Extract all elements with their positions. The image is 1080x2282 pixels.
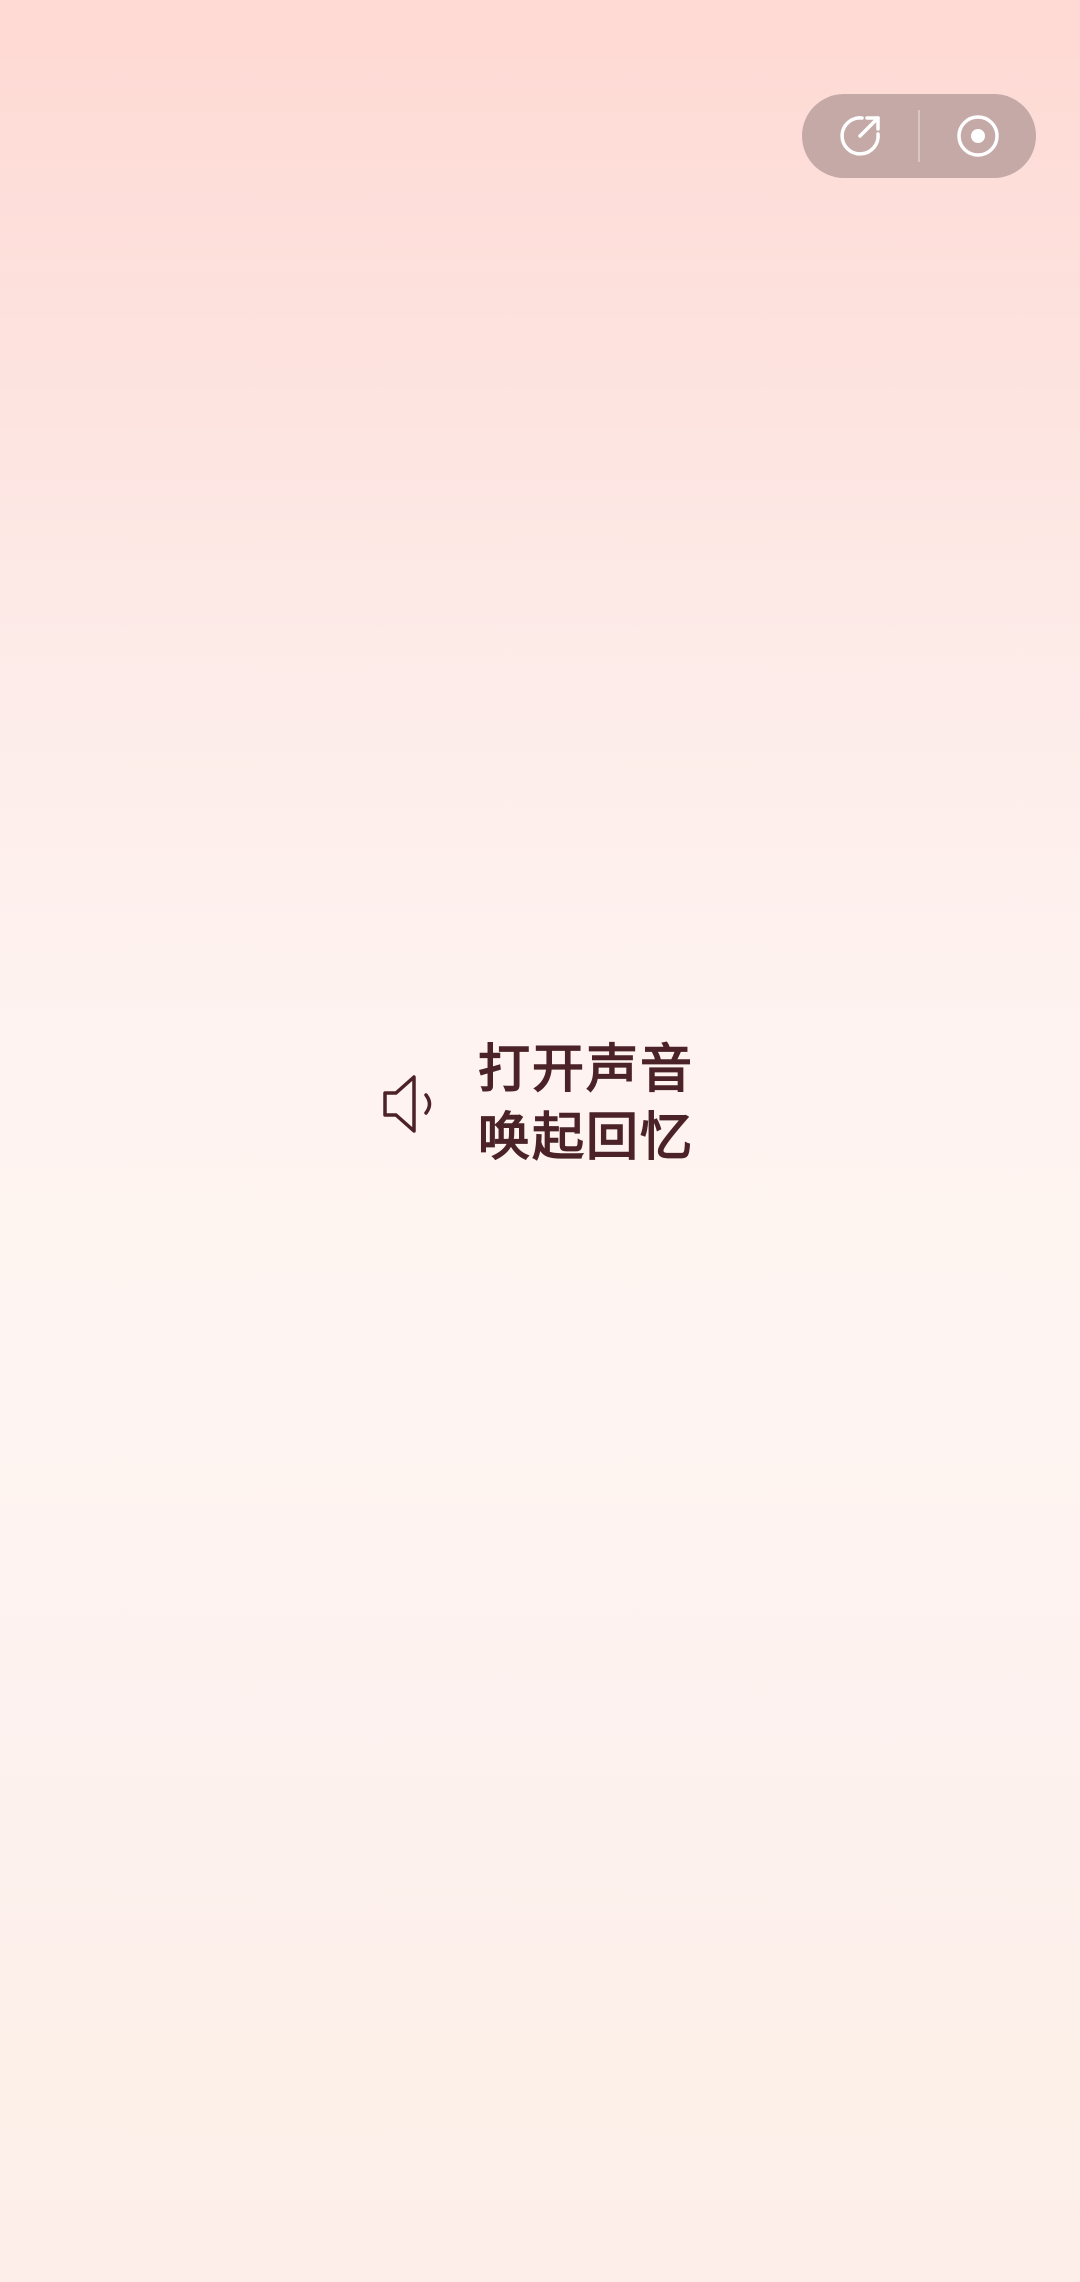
record-dot-icon xyxy=(957,115,999,157)
prompt-text: 打开声音 唤起回忆 xyxy=(478,1036,694,1172)
sound-prompt[interactable]: 打开声音 唤起回忆 xyxy=(380,1036,694,1172)
share-arrow-icon xyxy=(840,116,880,156)
close-button[interactable] xyxy=(920,94,1036,178)
mini-program-capsule xyxy=(802,94,1036,178)
speaker-icon xyxy=(383,1075,432,1133)
prompt-line-2: 唤起回忆 xyxy=(478,1108,695,1168)
share-button[interactable] xyxy=(802,94,918,178)
prompt-line-1: 打开声音 xyxy=(478,1040,695,1100)
